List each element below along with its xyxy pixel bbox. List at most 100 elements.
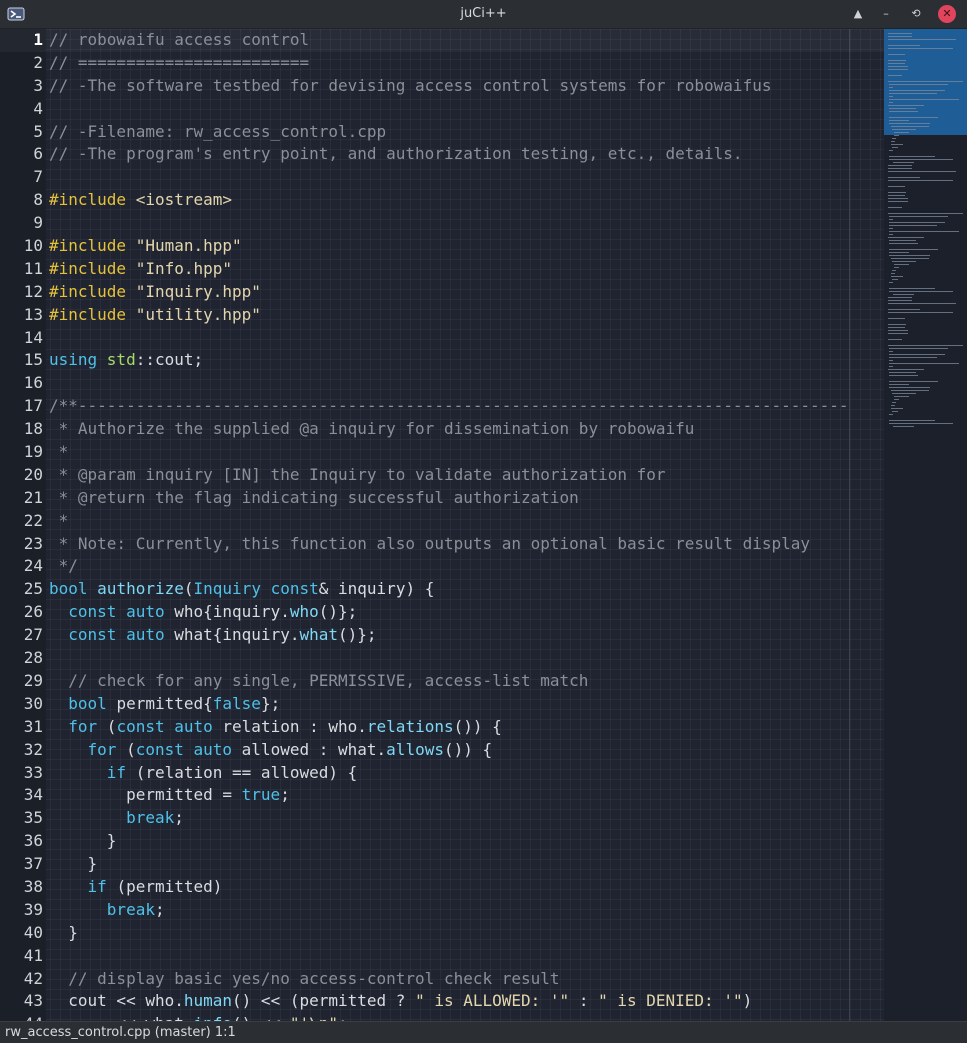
- minimap-line: [888, 333, 908, 334]
- code-text[interactable]: cout << who.human() << (permitted ? " is…: [49, 990, 752, 1013]
- code-line[interactable]: 10 #include "Human.hpp": [0, 235, 884, 258]
- code-text[interactable]: bool authorize(Inquiry const& inquiry) {: [49, 578, 434, 601]
- code-line[interactable]: 18 * Authorize the supplied @a inquiry f…: [0, 418, 884, 441]
- code-text[interactable]: #include "Info.hpp": [49, 258, 232, 281]
- code-line[interactable]: 5 // -Filename: rw_access_control.cpp: [0, 121, 884, 144]
- code-text[interactable]: }: [49, 922, 78, 945]
- minimap-line: [888, 297, 913, 298]
- code-text[interactable]: *: [49, 441, 69, 464]
- code-line[interactable]: 9: [0, 212, 884, 235]
- code-line[interactable]: 44 << what.info() << "'\n";: [0, 1013, 884, 1021]
- code-line[interactable]: 3 // -The software testbed for devising a…: [0, 75, 884, 98]
- code-text[interactable]: if (relation == allowed) {: [49, 762, 357, 785]
- close-button[interactable]: ✕: [938, 5, 956, 23]
- code-line[interactable]: 31 for (const auto relation : who.relati…: [0, 716, 884, 739]
- code-line[interactable]: 35 break;: [0, 807, 884, 830]
- code-text[interactable]: using std::cout;: [49, 349, 203, 372]
- code-text[interactable]: for (const auto relation : who.relations…: [49, 716, 502, 739]
- code-line[interactable]: 6 // -The program's entry point, and auth…: [0, 143, 884, 166]
- code-text[interactable]: for (const auto allowed : what.allows())…: [49, 739, 493, 762]
- code-text[interactable]: const auto who{inquiry.who()};: [49, 601, 357, 624]
- code-text[interactable]: #include "Human.hpp": [49, 235, 242, 258]
- code-line[interactable]: 36 }: [0, 830, 884, 853]
- code-line[interactable]: 32 for (const auto allowed : what.allows…: [0, 739, 884, 762]
- code-text[interactable]: * Note: Currently, this function also ou…: [49, 533, 810, 556]
- minimap[interactable]: [884, 29, 967, 1021]
- code-text[interactable]: const auto what{inquiry.what()};: [49, 624, 376, 647]
- code-text[interactable]: * @param inquiry [IN] the Inquiry to val…: [49, 464, 666, 487]
- code-line[interactable]: 23 * Note: Currently, this function also…: [0, 533, 884, 556]
- code-lines[interactable]: 1 // robowaifu access control 2 // ========…: [0, 29, 884, 1021]
- code-text[interactable]: break;: [49, 807, 184, 830]
- code-line[interactable]: 24 */: [0, 555, 884, 578]
- code-line[interactable]: 38 if (permitted): [0, 876, 884, 899]
- maximize-button[interactable]: ⟲: [907, 5, 925, 23]
- token-comment: // robowaifu access control: [49, 30, 310, 49]
- code-text[interactable]: bool permitted{false};: [49, 693, 280, 716]
- code-line[interactable]: 14: [0, 327, 884, 350]
- code-text[interactable]: // -The program's entry point, and autho…: [49, 143, 743, 166]
- minimize-button[interactable]: –: [877, 5, 895, 23]
- code-text[interactable]: break;: [49, 899, 165, 922]
- code-line[interactable]: 7: [0, 166, 884, 189]
- code-text[interactable]: *: [49, 510, 69, 533]
- code-text[interactable]: #include <iostream>: [49, 189, 232, 212]
- code-text[interactable]: // check for any single, PERMISSIVE, acc…: [49, 670, 588, 693]
- code-line[interactable]: 42 // display basic yes/no access-contro…: [0, 968, 884, 991]
- code-line[interactable]: 19 *: [0, 441, 884, 464]
- code-text[interactable]: // -Filename: rw_access_control.cpp: [49, 121, 386, 144]
- code-text[interactable]: }: [49, 830, 117, 853]
- code-text[interactable]: // display basic yes/no access-control c…: [49, 968, 559, 991]
- code-text[interactable]: /**-------------------------------------…: [49, 395, 849, 418]
- code-line[interactable]: 43 cout << who.human() << (permitted ? "…: [0, 990, 884, 1013]
- code-line[interactable]: 21 * @return the flag indicating success…: [0, 487, 884, 510]
- code-line[interactable]: 30 bool permitted{false};: [0, 693, 884, 716]
- code-text[interactable]: permitted = true;: [49, 784, 290, 807]
- code-line[interactable]: 40 }: [0, 922, 884, 945]
- code-text[interactable]: */: [49, 555, 78, 578]
- line-number: 4: [33, 98, 43, 118]
- code-line[interactable]: 37 }: [0, 853, 884, 876]
- code-text[interactable]: // ========================: [49, 52, 309, 75]
- code-line[interactable]: 17 /**-----------------------------------…: [0, 395, 884, 418]
- line-number: 36: [23, 831, 43, 851]
- code-line[interactable]: 11 #include "Info.hpp": [0, 258, 884, 281]
- code-text[interactable]: * @return the flag indicating successful…: [49, 487, 579, 510]
- window-title: juCi++: [460, 6, 507, 21]
- code-line[interactable]: 16: [0, 372, 884, 395]
- code-line[interactable]: 15 using std::cout;: [0, 349, 884, 372]
- title-bar[interactable]: juCi++ ▲ – ⟲ ✕: [0, 0, 967, 29]
- code-line[interactable]: 39 break;: [0, 899, 884, 922]
- code-line[interactable]: 22 *: [0, 510, 884, 533]
- code-line[interactable]: 26 const auto who{inquiry.who()};: [0, 601, 884, 624]
- code-line[interactable]: 20 * @param inquiry [IN] the Inquiry to …: [0, 464, 884, 487]
- token-kw: true: [241, 785, 281, 805]
- code-text[interactable]: if (permitted): [49, 876, 223, 899]
- code-line[interactable]: 12 #include "Inquiry.hpp": [0, 281, 884, 304]
- minimap-line: [888, 345, 963, 346]
- code-line[interactable]: 8 #include <iostream>: [0, 189, 884, 212]
- code-text[interactable]: << what.info() << "'\n";: [49, 1013, 347, 1021]
- code-line[interactable]: 34 permitted = true;: [0, 784, 884, 807]
- code-text[interactable]: // robowaifu access control: [49, 29, 309, 52]
- code-text[interactable]: }: [49, 853, 98, 876]
- code-text[interactable]: #include "utility.hpp": [49, 304, 261, 327]
- code-line[interactable]: 25 bool authorize(Inquiry const& inquiry)…: [0, 578, 884, 601]
- minimap-line: [892, 426, 915, 427]
- code-line[interactable]: 2 // ========================: [0, 52, 884, 75]
- code-line[interactable]: 33 if (relation == allowed) {: [0, 762, 884, 785]
- code-line[interactable]: 13 #include "utility.hpp": [0, 304, 884, 327]
- shade-button[interactable]: ▲: [849, 5, 867, 23]
- code-text[interactable]: // -The software testbed for devising ac…: [49, 75, 771, 98]
- code-line[interactable]: 4: [0, 98, 884, 121]
- code-editor[interactable]: 1 // robowaifu access control 2 // ========…: [0, 29, 967, 1021]
- code-line[interactable]: 29 // check for any single, PERMISSIVE, …: [0, 670, 884, 693]
- token-kw: false: [212, 693, 261, 713]
- code-text[interactable]: * Authorize the supplied @a inquiry for …: [49, 418, 695, 441]
- code-line[interactable]: 41: [0, 945, 884, 968]
- code-line[interactable]: 1 // robowaifu access control: [0, 29, 884, 52]
- code-line[interactable]: 28: [0, 647, 884, 670]
- minimap-line: [890, 258, 929, 259]
- code-text[interactable]: #include "Inquiry.hpp": [49, 281, 261, 304]
- code-line[interactable]: 27 const auto what{inquiry.what()};: [0, 624, 884, 647]
